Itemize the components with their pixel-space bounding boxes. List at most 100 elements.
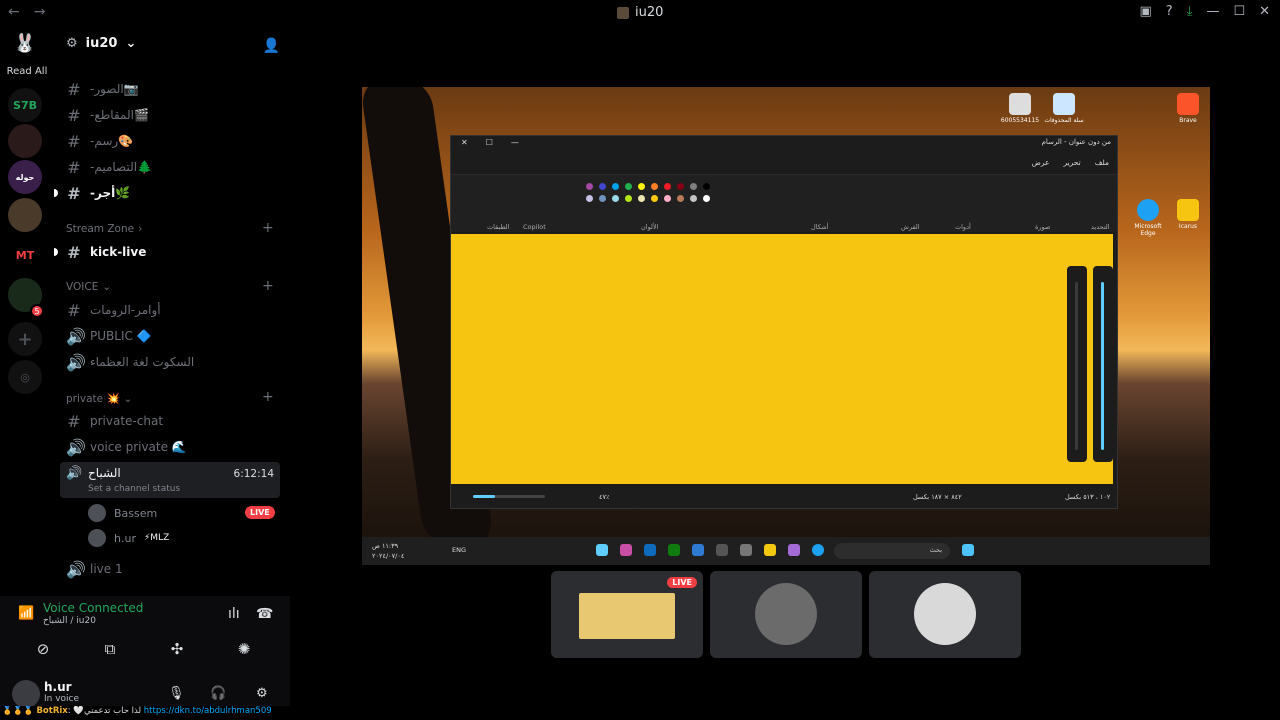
stream-view[interactable]: 6005534115 سلة المحذوفات Brave Microsoft… bbox=[362, 87, 1210, 565]
signal-icon[interactable]: 📶 bbox=[18, 606, 34, 621]
voice-channel-live1[interactable]: 🔊 live 1 bbox=[66, 558, 123, 580]
menu-file[interactable]: ملف bbox=[1095, 158, 1109, 167]
voice-channel-item[interactable]: 🔊 السكوت لغة العظماء bbox=[66, 351, 194, 373]
add-channel-icon[interactable]: + bbox=[262, 278, 274, 294]
minimize-icon[interactable]: — bbox=[1206, 4, 1219, 19]
invite-member-icon[interactable]: 👤 bbox=[263, 38, 280, 54]
voice-location[interactable]: الشباح / iu20 bbox=[43, 616, 96, 626]
server-icon-2[interactable] bbox=[8, 124, 42, 158]
color-swatch[interactable] bbox=[677, 195, 684, 202]
start-menu-icon[interactable] bbox=[962, 544, 974, 556]
color-swatch[interactable] bbox=[651, 195, 658, 202]
forward-arrow-icon[interactable]: → bbox=[34, 4, 46, 20]
participant-tile[interactable] bbox=[710, 571, 862, 658]
download-icon[interactable]: ⤓ bbox=[1187, 4, 1193, 19]
taskbar-app-icon[interactable] bbox=[668, 544, 680, 556]
maximize-icon[interactable]: ☐ bbox=[1233, 4, 1245, 19]
taskbar-search[interactable]: بحث bbox=[834, 543, 950, 559]
taskbar-app-icon[interactable] bbox=[788, 544, 800, 556]
color-swatch[interactable] bbox=[638, 183, 645, 190]
color-swatch[interactable] bbox=[664, 183, 671, 190]
server-mt[interactable]: MT bbox=[8, 238, 42, 272]
taskbar-app-icon[interactable] bbox=[740, 544, 752, 556]
add-channel-icon[interactable]: + bbox=[262, 389, 274, 405]
opacity-slider[interactable] bbox=[1093, 266, 1113, 462]
settings-gear-icon[interactable]: ⚙ bbox=[256, 686, 268, 701]
disconnect-icon[interactable]: ☎ bbox=[256, 606, 273, 622]
color-swatch[interactable] bbox=[664, 195, 671, 202]
taskbar-app-icon[interactable] bbox=[716, 544, 728, 556]
microphone-icon[interactable]: 🎙 bbox=[168, 686, 185, 701]
stream-tile[interactable]: LIVE bbox=[551, 571, 703, 658]
channel-item[interactable]: # -الصور📷 bbox=[66, 78, 138, 100]
voice-user-hur[interactable]: h.ur ⚡MLZ bbox=[88, 527, 169, 549]
active-voice-channel[interactable]: 🔊 الشباح 6:12:14 Set a channel status bbox=[60, 462, 280, 498]
help-icon[interactable]: ? bbox=[1166, 4, 1173, 19]
color-swatch[interactable] bbox=[625, 183, 632, 190]
color-swatch[interactable] bbox=[612, 195, 619, 202]
add-channel-icon[interactable]: + bbox=[262, 220, 274, 236]
color-swatch[interactable] bbox=[651, 183, 658, 190]
soundboard-button-icon[interactable]: ✺ bbox=[229, 640, 259, 662]
color-swatch[interactable] bbox=[690, 183, 697, 190]
channel-item[interactable]: # -المقاطع🎬 bbox=[66, 104, 149, 126]
color-swatch[interactable] bbox=[586, 183, 593, 190]
server-icon-3[interactable]: حوله bbox=[8, 160, 42, 194]
color-swatch[interactable] bbox=[638, 195, 645, 202]
color-swatch[interactable] bbox=[677, 183, 684, 190]
color-swatch[interactable] bbox=[703, 195, 710, 202]
color-swatch[interactable] bbox=[586, 195, 593, 202]
taskbar-language[interactable]: ENG bbox=[452, 546, 466, 554]
camera-off-icon[interactable]: ⊘ bbox=[28, 640, 58, 662]
voice-channel-item[interactable]: 🔊 voice private 🌊 bbox=[66, 436, 187, 458]
category-private[interactable]: private 💥 ⌄ bbox=[66, 392, 132, 406]
category-voice[interactable]: VOICE ⌄ bbox=[66, 281, 111, 293]
taskbar-app-icon[interactable] bbox=[692, 544, 704, 556]
zoom-slider[interactable] bbox=[473, 495, 545, 498]
taskbar-app-icon[interactable] bbox=[596, 544, 608, 556]
channel-kick-live[interactable]: # kick-live bbox=[54, 241, 146, 263]
discover-icon[interactable]: ◎ bbox=[8, 360, 42, 394]
taskbar-app-icon[interactable] bbox=[764, 544, 776, 556]
maximize-icon[interactable]: ☐ bbox=[486, 138, 493, 147]
color-swatch[interactable] bbox=[690, 195, 697, 202]
paint-canvas[interactable] bbox=[451, 234, 1113, 484]
avatar[interactable] bbox=[12, 680, 40, 708]
headphones-icon[interactable]: 🎧 bbox=[210, 686, 226, 701]
add-server-icon[interactable]: + bbox=[8, 322, 42, 356]
color-swatch[interactable] bbox=[703, 183, 710, 190]
color-swatch[interactable] bbox=[599, 195, 606, 202]
close-icon[interactable]: ✕ bbox=[461, 138, 468, 147]
color-swatch[interactable] bbox=[625, 195, 632, 202]
taskbar-app-icon[interactable] bbox=[644, 544, 656, 556]
soundboard-icon[interactable]: ılı bbox=[228, 606, 240, 622]
server-header[interactable]: ⚙ iu20 ⌄ bbox=[66, 36, 136, 51]
channel-item[interactable]: # -التصاميم🌲 bbox=[66, 156, 152, 178]
ticker-link[interactable]: https://dkn.to/abdulrhman509 bbox=[144, 706, 272, 716]
minimize-icon[interactable]: — bbox=[511, 138, 519, 147]
taskbar-app-icon[interactable] bbox=[620, 544, 632, 556]
channel-item[interactable]: # -أجر🌿 bbox=[54, 182, 130, 204]
taskbar-app-icon[interactable] bbox=[812, 544, 824, 556]
channel-item[interactable]: # -رسم🎨 bbox=[66, 130, 133, 152]
close-icon[interactable]: ✕ bbox=[1259, 4, 1270, 19]
brush-size-slider[interactable] bbox=[1067, 266, 1087, 462]
menu-view[interactable]: عرض bbox=[1032, 158, 1050, 167]
server-s7b[interactable]: S7B bbox=[8, 88, 42, 122]
server-icon-4[interactable] bbox=[8, 198, 42, 232]
inbox-icon[interactable]: ▣ bbox=[1139, 4, 1151, 19]
home-icon[interactable]: 🐰 bbox=[8, 26, 42, 60]
activities-icon[interactable]: ✣ bbox=[162, 640, 192, 662]
channel-item[interactable]: # أوامر-الرومات bbox=[66, 299, 160, 321]
channel-status[interactable]: Set a channel status bbox=[88, 484, 180, 494]
zoom-level[interactable]: ٤٧٪ bbox=[599, 493, 609, 501]
voice-user-bassem[interactable]: Bassem bbox=[88, 502, 157, 524]
participant-tile[interactable] bbox=[869, 571, 1021, 658]
read-all-button[interactable]: Read All bbox=[2, 66, 52, 77]
menu-edit[interactable]: تحرير bbox=[1063, 158, 1080, 167]
screen-share-icon[interactable]: ⧉ bbox=[95, 640, 125, 662]
back-arrow-icon[interactable]: ← bbox=[8, 4, 20, 20]
channel-item[interactable]: # private-chat bbox=[66, 410, 163, 432]
color-swatch[interactable] bbox=[599, 183, 606, 190]
category-stream-zone[interactable]: Stream Zone › bbox=[66, 223, 142, 235]
